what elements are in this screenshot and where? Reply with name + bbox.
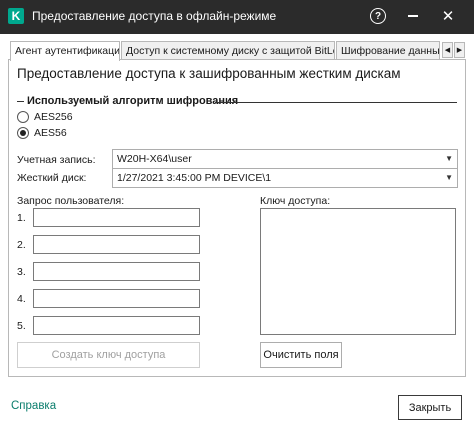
disk-label: Жесткий диск: <box>17 172 87 184</box>
clear-fields-button[interactable]: Очистить поля <box>260 342 342 368</box>
request-field-2[interactable] <box>33 235 200 254</box>
request-row-number: 2. <box>17 239 26 251</box>
radio-aes256-label: AES256 <box>34 111 73 123</box>
tab-bitlocker-access[interactable]: Доступ к системному диску с защитой BitL… <box>121 41 335 60</box>
tab-scroll-right-icon[interactable]: ▶ <box>454 42 465 58</box>
title-bar: K Предоставление доступа в офлайн-режиме… <box>0 0 474 34</box>
algorithm-group-label: Используемый алгоритм шифрования <box>27 95 239 107</box>
radio-aes56[interactable] <box>17 127 29 139</box>
minimize-icon[interactable] <box>404 7 422 25</box>
request-field-4[interactable] <box>33 289 200 308</box>
close-icon[interactable]: ✕ <box>438 6 458 26</box>
panel-heading: Предоставление доступа к зашифрованным ж… <box>17 66 401 81</box>
request-field-5[interactable] <box>33 316 200 335</box>
tab-label: Шифрование данных <box>341 45 440 57</box>
window-title: Предоставление доступа в офлайн-режиме <box>32 9 277 23</box>
radio-aes56-label: AES56 <box>34 127 67 139</box>
tab-label: Агент аутентификации <box>15 45 120 57</box>
algorithm-group-title: Используемый алгоритм шифрования <box>17 95 238 107</box>
tab-authentication-agent[interactable]: Агент аутентификации <box>10 41 120 61</box>
chevron-down-icon: ▼ <box>445 154 453 163</box>
radio-aes256[interactable] <box>17 111 29 123</box>
account-select[interactable]: W20H-X64\user ▼ <box>112 149 458 169</box>
request-field-3[interactable] <box>33 262 200 281</box>
request-row-number: 1. <box>17 212 26 224</box>
request-field-1[interactable] <box>33 208 200 227</box>
access-key-label: Ключ доступа: <box>260 195 331 207</box>
tab-data-encryption[interactable]: Шифрование данных <box>336 41 440 60</box>
request-row-number: 3. <box>17 266 26 278</box>
help-link[interactable]: Справка <box>11 400 56 412</box>
help-icon[interactable]: ? <box>370 8 386 24</box>
access-key-textarea[interactable] <box>260 208 456 335</box>
close-button[interactable]: Закрыть <box>398 395 462 420</box>
group-divider <box>215 102 457 103</box>
kaspersky-logo-icon: K <box>8 8 24 24</box>
create-key-button[interactable]: Создать ключ доступа <box>17 342 200 368</box>
request-row-number: 4. <box>17 293 26 305</box>
account-label: Учетная запись: <box>17 154 96 166</box>
disk-select[interactable]: 1/27/2021 3:45:00 PM DEVICE\1 ▼ <box>112 168 458 188</box>
group-line-left <box>17 100 24 102</box>
chevron-down-icon: ▼ <box>445 173 453 182</box>
user-request-label: Запрос пользователя: <box>17 195 125 207</box>
tab-scroll-left-icon[interactable]: ◀ <box>442 42 453 58</box>
request-row-number: 5. <box>17 320 26 332</box>
account-value: W20H-X64\user <box>117 153 192 165</box>
disk-value: 1/27/2021 3:45:00 PM DEVICE\1 <box>117 172 272 184</box>
tab-label: Доступ к системному диску с защитой BitL… <box>126 45 334 57</box>
